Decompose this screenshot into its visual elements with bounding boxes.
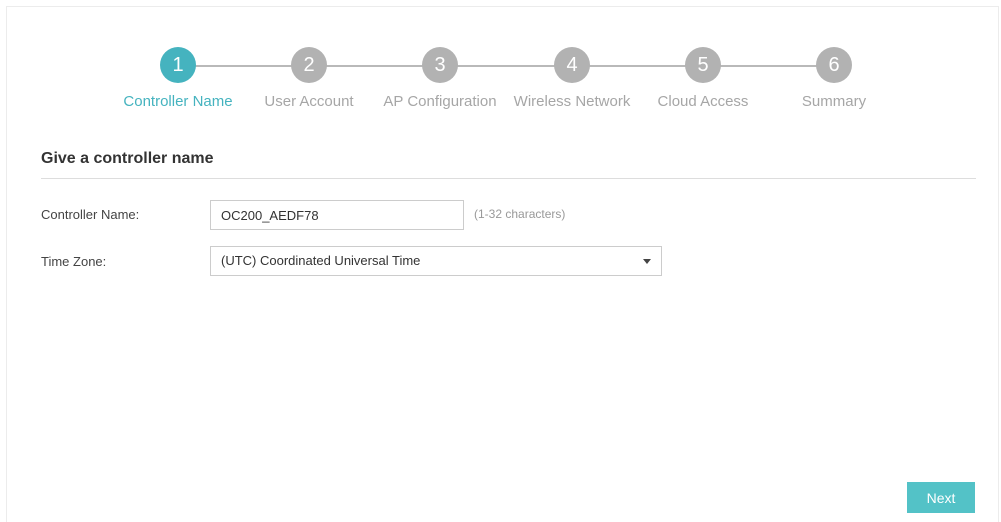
step-number-badge: 6 [816,47,852,83]
section-title: Give a controller name [41,150,214,167]
step-number-badge: 2 [291,47,327,83]
chevron-down-icon [643,259,651,264]
time-zone-selected-value: (UTC) Coordinated Universal Time [221,253,421,268]
wizard-stepper: 1 Controller Name 2 User Account 3 AP Co… [0,0,1001,120]
step-label: Controller Name [123,93,233,110]
controller-name-label: Controller Name: [41,207,140,222]
step-label: Wireless Network [513,93,631,110]
step-wireless-network[interactable]: 4 Wireless Network [502,47,642,110]
step-cloud-access[interactable]: 5 Cloud Access [633,47,773,110]
controller-name-input[interactable] [210,200,464,230]
step-user-account[interactable]: 2 User Account [239,47,379,110]
step-label: Summary [801,93,867,110]
step-label: AP Configuration [383,93,497,110]
step-number-badge: 4 [554,47,590,83]
controller-name-hint: (1-32 characters) [474,207,566,221]
step-label: User Account [264,93,354,110]
step-number-badge: 1 [160,47,196,83]
step-summary[interactable]: 6 Summary [764,47,904,110]
step-controller-name[interactable]: 1 Controller Name [108,47,248,110]
next-button[interactable]: Next [907,482,975,513]
section-divider [41,178,976,179]
step-number-badge: 5 [685,47,721,83]
step-ap-configuration[interactable]: 3 AP Configuration [370,47,510,110]
step-label: Cloud Access [657,93,749,110]
time-zone-label: Time Zone: [41,254,107,269]
step-number-badge: 3 [422,47,458,83]
time-zone-select[interactable]: (UTC) Coordinated Universal Time [210,246,662,276]
setup-wizard-page: 1 Controller Name 2 User Account 3 AP Co… [0,0,1001,522]
